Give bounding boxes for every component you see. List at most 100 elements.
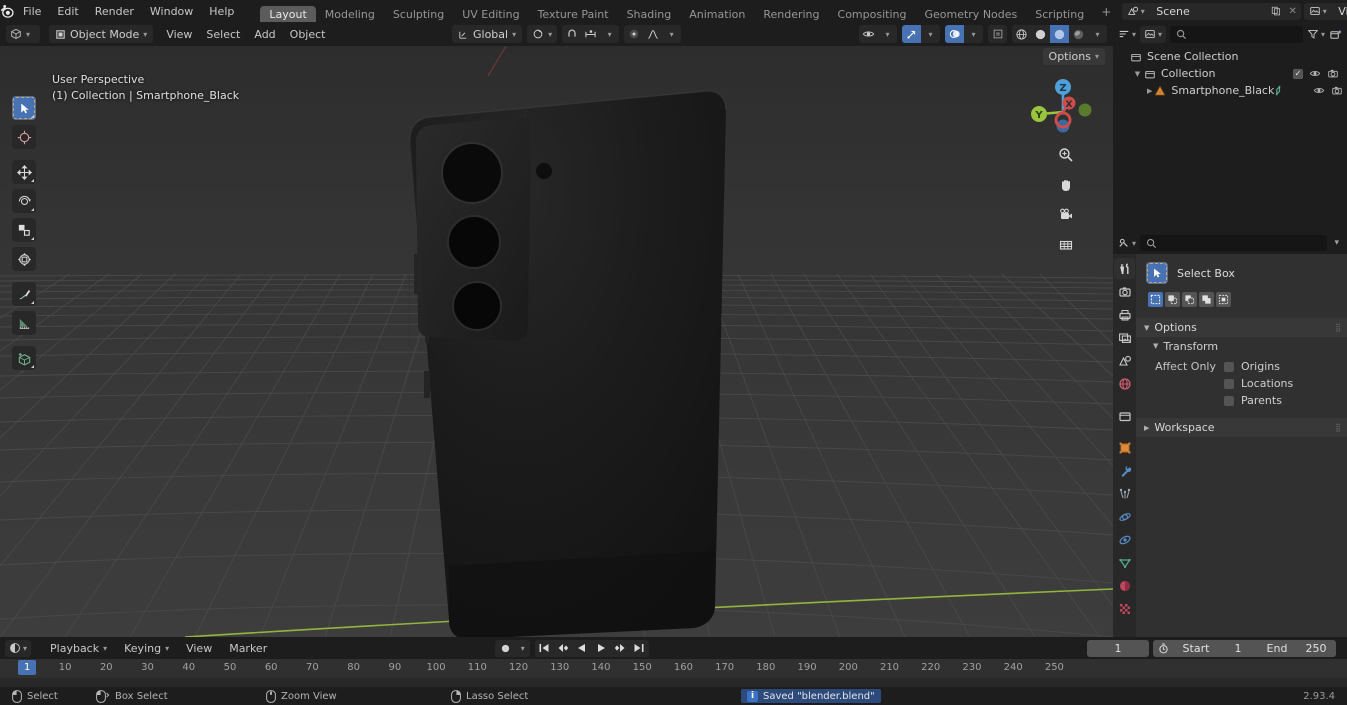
intersect-selection-icon[interactable] xyxy=(1216,292,1231,307)
material-sphere-icon[interactable] xyxy=(1114,575,1135,596)
proportional-edit-group[interactable]: ▾ xyxy=(624,25,682,43)
show-hide-icon[interactable] xyxy=(859,25,878,43)
menu-file[interactable]: File xyxy=(15,3,49,20)
camera-icon[interactable] xyxy=(1055,204,1077,226)
tool-move[interactable] xyxy=(12,160,36,184)
outliner-row-scene-collection[interactable]: Scene Collection xyxy=(1113,48,1347,65)
timeline-ruler[interactable]: 1 10 20 30 40 50 60 70 80 90 100 110 120 130 140 150 16… xyxy=(0,659,1347,677)
rendered-icon[interactable] xyxy=(1069,25,1088,43)
timeline-menu-playback[interactable]: Playback ▾ xyxy=(43,639,114,657)
blender-logo-icon[interactable] xyxy=(0,0,15,22)
panel-header-options[interactable]: ▼ Options ⣿ xyxy=(1136,318,1347,337)
properties-options-chevron-down-icon[interactable]: ▾ xyxy=(1331,238,1342,248)
mesh-data-icon[interactable] xyxy=(1274,85,1285,96)
parents-checkbox[interactable] xyxy=(1224,395,1234,406)
tool-scale[interactable] xyxy=(12,218,36,242)
timeline-scrollbar[interactable] xyxy=(0,678,1347,687)
material-preview-icon[interactable] xyxy=(1050,25,1069,43)
view-layer-icon[interactable]: ▾ xyxy=(1304,2,1332,20)
gizmo-group[interactable]: ▾ xyxy=(902,25,940,43)
overlays-icon[interactable] xyxy=(945,25,964,43)
visibility-group[interactable]: ▾ xyxy=(859,25,897,43)
chevron-down-icon[interactable]: ▾ xyxy=(662,25,681,43)
eye-visibility-icon[interactable] xyxy=(1313,85,1325,96)
physics-orbit-icon[interactable] xyxy=(1114,506,1135,527)
wrench-icon[interactable] xyxy=(1114,460,1135,481)
constraints-icon[interactable] xyxy=(1114,529,1135,550)
set-new-selection-icon[interactable] xyxy=(1148,292,1163,307)
properties-editor-type-button[interactable]: ▾ xyxy=(1118,237,1136,249)
overlays-group[interactable]: ▾ xyxy=(945,25,983,43)
expand-triangle-down-icon[interactable]: ▼ xyxy=(1133,70,1142,78)
outliner-editor[interactable]: ▾ ▾ ▾ Scene Collection ▼ Collection ✓ ▶ Smart… xyxy=(1113,22,1347,232)
options-dropdown[interactable]: Options ▾ xyxy=(1042,48,1105,65)
outliner-display-mode-dropdown[interactable]: ▾ xyxy=(1140,25,1167,43)
xray-toggle-group[interactable] xyxy=(988,25,1007,43)
viewport-menu-select[interactable]: Select xyxy=(199,25,247,43)
snap-increment-icon[interactable] xyxy=(581,25,600,43)
object-orange-square-icon[interactable] xyxy=(1114,437,1135,458)
timeline-menu-view[interactable]: View xyxy=(179,639,219,657)
jump-end-icon[interactable] xyxy=(630,640,649,657)
unlink-scene-icon[interactable]: ✕ xyxy=(1284,2,1302,20)
snap-group[interactable]: ▾ xyxy=(562,25,620,43)
zoom-icon[interactable] xyxy=(1055,144,1077,166)
viewport-canvas[interactable] xyxy=(0,46,1113,637)
properties-search-input[interactable] xyxy=(1140,235,1328,251)
eye-visibility-icon[interactable] xyxy=(1309,68,1321,79)
navigation-gizmo[interactable]: X Z Y xyxy=(1023,72,1095,144)
output-printer-icon[interactable] xyxy=(1114,304,1135,325)
tool-measure[interactable] xyxy=(12,311,36,335)
prev-keyframe-icon[interactable] xyxy=(554,640,573,657)
start-frame-value[interactable]: 1 xyxy=(1217,639,1258,657)
render-camera-back-icon[interactable] xyxy=(1114,281,1135,302)
outliner-editor-type-button[interactable]: ▾ xyxy=(1118,28,1136,40)
chevron-down-icon[interactable]: ▾ xyxy=(964,25,983,43)
properties-search-field[interactable] xyxy=(1162,236,1322,250)
timeline-menu-marker[interactable]: Marker xyxy=(222,639,274,657)
object-mode-dropdown[interactable]: Object Mode ▾ xyxy=(49,25,154,43)
magnet-icon[interactable] xyxy=(562,25,581,43)
hand-pan-icon[interactable] xyxy=(1055,174,1077,196)
outliner-row-collection[interactable]: ▼ Collection ✓ xyxy=(1113,65,1347,82)
mesh-data-triangle-icon[interactable] xyxy=(1114,552,1135,573)
invert-selection-icon[interactable] xyxy=(1199,292,1214,307)
camera-render-visibility-icon[interactable] xyxy=(1331,85,1343,96)
select-box-tool-icon[interactable] xyxy=(1146,262,1168,284)
viewport-menu-view[interactable]: View xyxy=(159,25,199,43)
menu-window[interactable]: Window xyxy=(142,3,201,20)
expand-triangle-right-icon[interactable]: ▶ xyxy=(1147,87,1152,95)
solid-icon[interactable] xyxy=(1031,25,1050,43)
tool-screwdriver-wrench-icon[interactable] xyxy=(1114,258,1135,279)
collection-enable-checkbox[interactable]: ✓ xyxy=(1293,68,1303,79)
auto-keying-toggle[interactable]: ▾ xyxy=(494,639,530,657)
chevron-down-icon[interactable]: ▾ xyxy=(921,25,940,43)
menu-render[interactable]: Render xyxy=(87,3,142,20)
stopwatch-icon[interactable] xyxy=(1152,639,1174,657)
chevron-down-icon[interactable]: ▾ xyxy=(600,25,619,43)
scene-icon[interactable]: ▾ xyxy=(1122,2,1150,20)
scene-cone-sphere-icon[interactable] xyxy=(1114,350,1135,371)
chevron-down-icon[interactable]: ▾ xyxy=(1088,25,1107,43)
chevron-down-icon[interactable]: ▾ xyxy=(516,644,530,653)
proportional-edit-icon[interactable] xyxy=(624,25,643,43)
3d-viewport-editor[interactable]: ▾ Object Mode ▾ View Select Add Object Glob… xyxy=(0,22,1113,637)
texture-checker-icon[interactable] xyxy=(1114,598,1135,619)
scene-name-field[interactable]: Scene xyxy=(1149,2,1268,20)
world-globe-icon[interactable] xyxy=(1114,373,1135,394)
tool-cursor[interactable] xyxy=(12,125,36,149)
shading-mode-group[interactable]: ▾ xyxy=(1012,25,1107,43)
panel-header-workspace[interactable]: ▶ Workspace ⣿ xyxy=(1136,418,1347,437)
timeline-menu-keying[interactable]: Keying ▾ xyxy=(117,639,176,657)
outliner-search-field[interactable] xyxy=(1192,27,1297,41)
view-layer-images-icon[interactable] xyxy=(1114,327,1135,348)
transform-orientation-dropdown[interactable]: Global ▾ xyxy=(452,25,523,43)
tool-transform[interactable] xyxy=(12,247,36,271)
play-reverse-icon[interactable] xyxy=(573,640,592,657)
view-layer-selector[interactable]: ▾ View Layer ✕ xyxy=(1304,2,1347,20)
wireframe-icon[interactable] xyxy=(1012,25,1031,43)
view-layer-name-field[interactable]: View Layer xyxy=(1331,2,1347,20)
outliner-row-smartphone-black[interactable]: ▶ Smartphone_Black xyxy=(1113,82,1347,99)
tool-rotate[interactable] xyxy=(12,189,36,213)
record-dot-icon[interactable] xyxy=(495,643,516,654)
